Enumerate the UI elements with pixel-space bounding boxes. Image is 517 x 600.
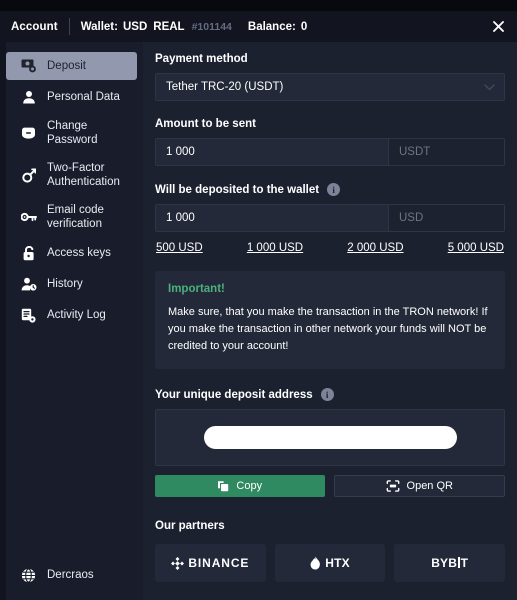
- user-clock-icon: [20, 277, 37, 291]
- amount-sent-input[interactable]: 1 000: [156, 139, 388, 165]
- amount-sent-currency-suffix: USDT: [388, 139, 504, 165]
- wallet-card-icon: [20, 127, 37, 140]
- header-wallet-type: REAL: [153, 20, 185, 33]
- sidebar-item-label: Email code verification: [47, 203, 104, 230]
- quick-amount-1000[interactable]: 1 000 USD: [247, 242, 303, 254]
- partners-section: Our partners BINANCE HTX BYB T: [155, 520, 506, 583]
- unlock-icon: [20, 245, 37, 261]
- sidebar-item-change-password[interactable]: Change Password: [6, 114, 137, 153]
- partner-htx[interactable]: HTX: [274, 544, 386, 583]
- deposit-address-box[interactable]: [155, 409, 505, 467]
- amount-deposited-currency-suffix: USD: [388, 205, 504, 231]
- open-qr-button-label: Open QR: [406, 480, 453, 493]
- globe-icon: [20, 568, 37, 583]
- partner-htx-label: HTX: [325, 556, 350, 571]
- amount-deposited-input-row: 1 000 USD: [155, 204, 505, 232]
- sidebar-item-label: Activity Log: [47, 309, 106, 322]
- important-notice-title: Important!: [168, 283, 225, 295]
- partner-binance[interactable]: BINANCE: [155, 544, 266, 583]
- amount-deposited-label-text: Will be deposited to the wallet: [155, 183, 320, 196]
- header-wallet-id: #101144: [191, 20, 232, 33]
- partner-bybit-text-after: T: [460, 556, 469, 571]
- account-deposit-window: Account Wallet: USD REAL #101144 Balance…: [0, 0, 517, 600]
- deposit-address-label-text: Your unique deposit address: [155, 388, 313, 401]
- info-icon[interactable]: i: [320, 388, 334, 402]
- copy-button[interactable]: Copy: [155, 475, 325, 498]
- sidebar-item-history[interactable]: History: [6, 270, 137, 298]
- sidebar: Deposit Personal Data Change Password Tw…: [0, 42, 143, 600]
- sidebar-item-email-code-verification[interactable]: Email code verification: [6, 198, 137, 237]
- qr-scan-icon: [386, 480, 400, 492]
- partners-row: BINANCE HTX BYB T: [155, 544, 506, 583]
- htx-logo-icon: [310, 556, 321, 570]
- header-divider: [68, 18, 70, 35]
- quick-amount-2000[interactable]: 2 000 USD: [347, 242, 403, 254]
- key-icon: [20, 211, 37, 223]
- partners-title: Our partners: [155, 520, 225, 533]
- deposit-address-label: Your unique deposit address i: [155, 388, 505, 402]
- info-icon[interactable]: i: [327, 183, 341, 196]
- partner-bybit[interactable]: BYB T: [394, 544, 506, 583]
- amount-sent-group: Amount to be sent 1 000 USDT: [155, 118, 505, 166]
- header-wallet-currency: USD: [122, 20, 148, 33]
- deposit-address-group: Your unique deposit address i: [155, 388, 505, 467]
- window-header: Account Wallet: USD REAL #101144 Balance…: [0, 11, 517, 42]
- copy-button-label: Copy: [236, 480, 263, 493]
- payment-method-select[interactable]: Tether TRC-20 (USDT): [155, 73, 505, 101]
- payment-method-group: Payment method Tether TRC-20 (USDT): [155, 53, 505, 101]
- amount-deposited-group: Will be deposited to the wallet i 1 000 …: [155, 183, 505, 254]
- important-notice-text: Make sure, that you make the transaction…: [168, 306, 488, 353]
- window-body: Deposit Personal Data Change Password Tw…: [0, 42, 517, 600]
- user-icon: [20, 90, 37, 104]
- sidebar-item-two-factor-authentication[interactable]: Two-Factor Authentication: [6, 156, 137, 195]
- partner-binance-label: BINANCE: [188, 556, 250, 571]
- binance-logo-icon: [171, 556, 185, 570]
- header-balance-label: Balance:: [247, 20, 296, 33]
- amount-deposited-label: Will be deposited to the wallet i: [155, 183, 505, 196]
- sidebar-item-label: Deposit: [47, 59, 86, 72]
- header-wallet-label: Wallet:: [80, 20, 118, 33]
- amount-sent-label: Amount to be sent: [155, 118, 256, 130]
- sidebar-item-label: Two-Factor Authentication: [47, 161, 120, 189]
- close-icon[interactable]: [487, 16, 509, 38]
- sidebar-item-label: History: [47, 278, 83, 291]
- deposit-address-value: [203, 426, 457, 450]
- header-balance-value: 0: [300, 20, 308, 33]
- sidebar-item-deposit[interactable]: Deposit: [6, 52, 137, 80]
- header-wallet-info: Wallet: USD REAL #101144: [81, 21, 232, 33]
- address-actions: Copy Open QR: [155, 475, 505, 498]
- quick-amount-500[interactable]: 500 USD: [156, 242, 203, 254]
- sidebar-item-label: Access keys: [47, 247, 111, 260]
- copy-icon: [217, 480, 229, 492]
- list-gear-icon: [20, 308, 37, 323]
- partner-bybit-text-before: BYB: [431, 556, 458, 571]
- payment-method-label: Payment method: [155, 53, 248, 65]
- sidebar-item-label: Personal Data: [47, 90, 120, 103]
- main-panel: Payment method Tether TRC-20 (USDT) Amou…: [143, 42, 517, 600]
- sidebar-item-label: Change Password: [47, 120, 98, 147]
- partner-bybit-label: BYB T: [431, 556, 468, 570]
- important-notice: Important! Make sure, that you make the …: [155, 271, 505, 370]
- amount-sent-input-row: 1 000 USDT: [155, 138, 505, 166]
- sidebar-footer-label: Dercraos: [47, 569, 94, 582]
- header-balance: Balance: 0: [248, 21, 307, 33]
- sidebar-item-access-keys[interactable]: Access keys: [6, 239, 137, 267]
- amount-deposited-input[interactable]: 1 000: [156, 205, 388, 231]
- payment-method-value: Tether TRC-20 (USDT): [166, 81, 284, 93]
- deposit-money-icon: [20, 59, 37, 73]
- chevron-down-icon: [484, 83, 495, 91]
- window-top-strip: [0, 0, 517, 11]
- sidebar-footer-brand[interactable]: Dercraos: [0, 568, 143, 600]
- header-account-label: Account: [11, 20, 58, 33]
- sidebar-nav: Deposit Personal Data Change Password Tw…: [0, 52, 143, 332]
- sidebar-item-activity-log[interactable]: Activity Log: [6, 301, 137, 329]
- quick-amount-5000[interactable]: 5 000 USD: [448, 242, 504, 254]
- sidebar-item-personal-data[interactable]: Personal Data: [6, 83, 137, 111]
- open-qr-button[interactable]: Open QR: [333, 475, 505, 498]
- key-round-icon: [20, 168, 37, 183]
- quick-amount-row: 500 USD 1 000 USD 2 000 USD 5 000 USD: [155, 242, 505, 254]
